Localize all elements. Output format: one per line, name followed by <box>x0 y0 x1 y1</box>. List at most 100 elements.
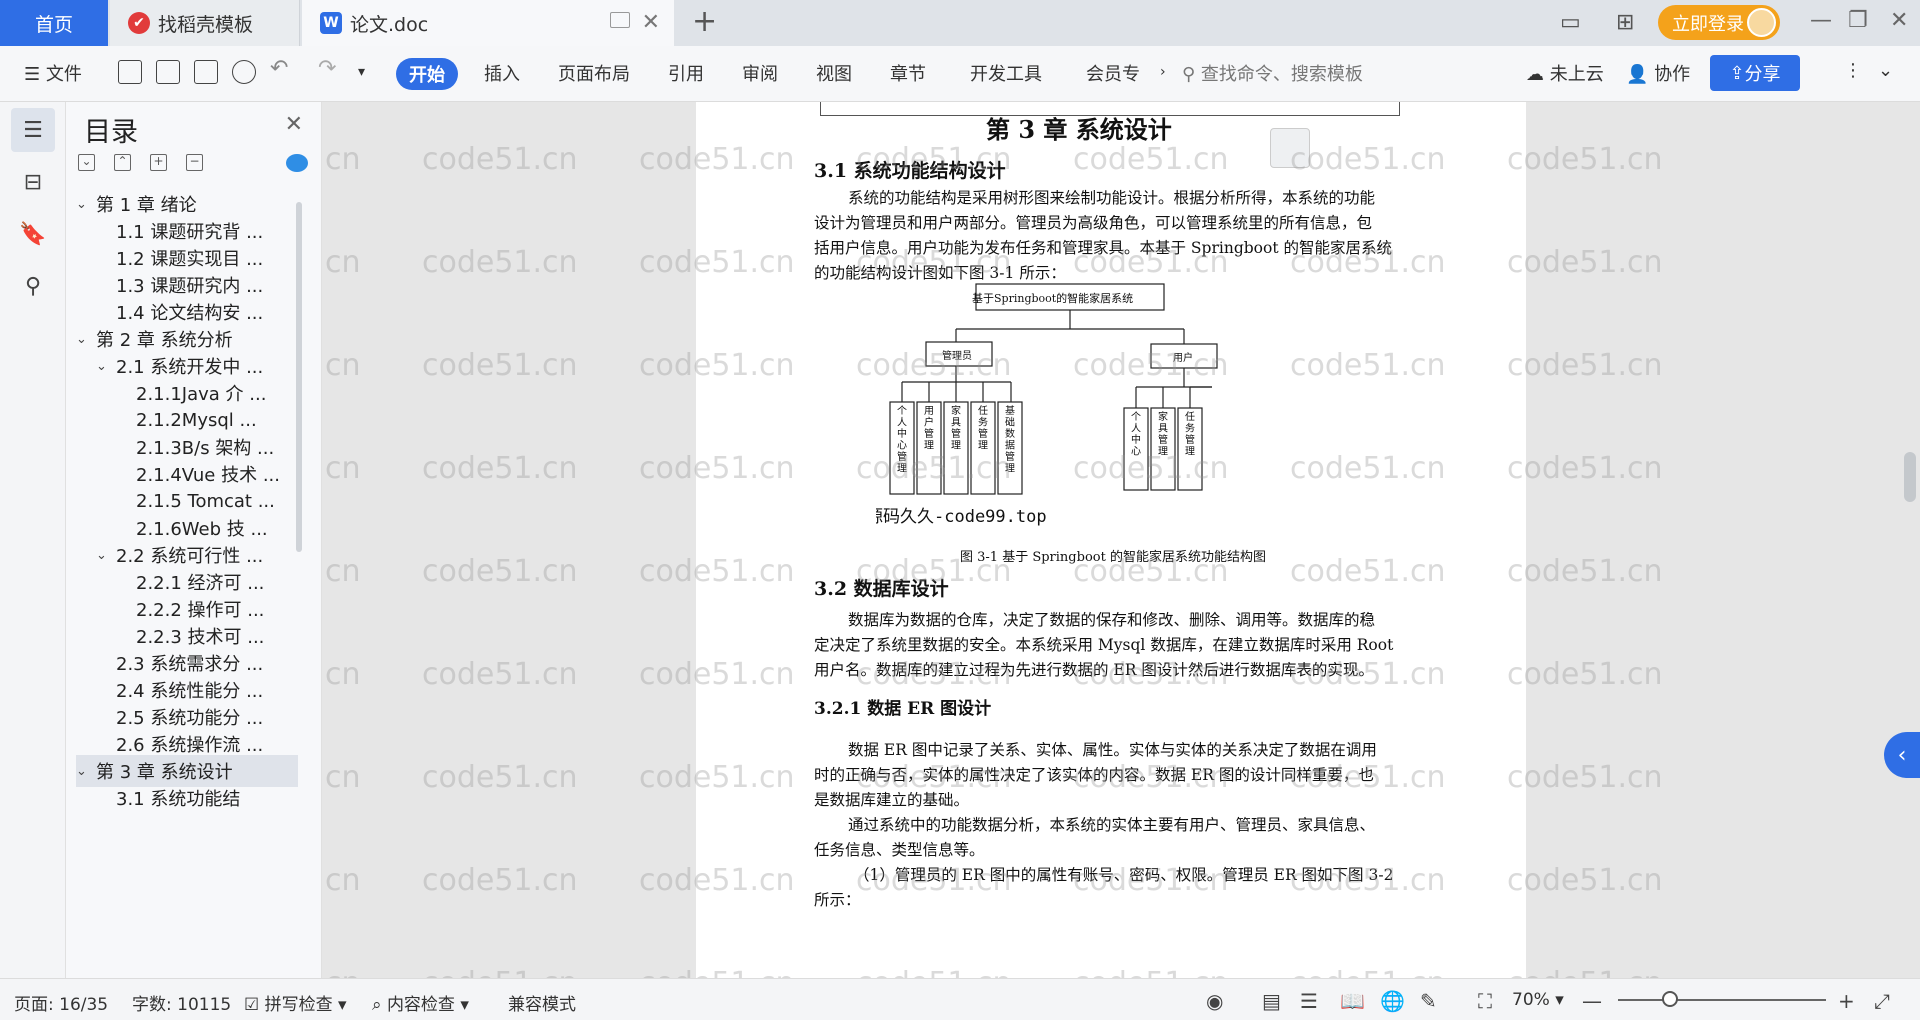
paragraph-line: 括用户信息。用户功能为发布任务和管理家具。本基于 Springboot 的智能家… <box>814 239 1392 257</box>
pin-tab-icon[interactable] <box>610 12 630 28</box>
apps-grid-icon[interactable]: ⊞ <box>1616 10 1634 35</box>
new-tab-button[interactable]: + <box>692 4 717 39</box>
document-scrollbar[interactable] <box>1904 452 1916 502</box>
zoom-slider-track[interactable] <box>1618 999 1826 1001</box>
paragraph-line: 的功能结构设计图如下图 3-1 所示： <box>814 264 1066 282</box>
chevron-down-icon[interactable]: ⌄ <box>96 359 112 374</box>
ai-assistant-icon[interactable] <box>286 154 308 172</box>
chevron-down-icon[interactable]: ⌄ <box>76 764 92 779</box>
paragraph-line: 用户名。数据库的建立过程为先进行数据的 ER 图设计然后进行数据库表的实现。 <box>814 661 1374 679</box>
tab-document[interactable]: W 论文.doc ✕ <box>302 0 674 46</box>
chapter-heading: 第 3 章 系统设计 <box>986 115 1172 144</box>
chevron-down-icon: ▾ <box>332 995 347 1015</box>
fullscreen-icon[interactable]: ⤢ <box>1874 989 1890 1013</box>
window-close-icon[interactable]: ✕ <box>1890 8 1908 33</box>
watermark-text: code51.cn <box>1507 863 1663 898</box>
chevron-down-icon[interactable]: ⌄ <box>76 197 92 212</box>
page-tool-icon[interactable] <box>1270 128 1310 168</box>
tab-developer[interactable]: 开发工具 <box>970 60 1042 86</box>
save-icon[interactable] <box>118 60 142 84</box>
find-icon[interactable]: ⚲ <box>11 264 55 308</box>
page-count[interactable]: 页面: 16/35 <box>14 990 108 1015</box>
cloud-status-button[interactable]: ☁ 未上云 <box>1526 60 1604 86</box>
login-button[interactable]: 立即登录 <box>1658 5 1780 40</box>
watermark-text: code51.cn <box>322 451 361 486</box>
command-search[interactable]: ⚲ 查找命令、搜索模板 <box>1182 60 1363 86</box>
web-view-icon[interactable]: 🌐 <box>1380 989 1405 1013</box>
redo-icon[interactable]: ↷ <box>318 56 336 81</box>
watermark-text: code51.cn <box>1507 554 1663 589</box>
share-button[interactable]: ⇪ 分享 <box>1710 55 1800 91</box>
tab-page-layout[interactable]: 页面布局 <box>558 60 630 86</box>
file-menu-button[interactable]: ☰ 文件 <box>24 60 82 86</box>
print-preview-icon[interactable] <box>232 60 256 84</box>
outline-item-label: 2.1.2Mysql ... <box>136 409 257 431</box>
outline-item-label: 2.2.3 技术可 ... <box>136 627 265 648</box>
collaborate-button[interactable]: 👤 协作 <box>1626 60 1690 86</box>
share-label: 分享 <box>1744 64 1781 85</box>
outline-item-label: 1.2 课题实现目 ... <box>116 249 264 270</box>
wps-writer-icon: W <box>320 12 342 34</box>
paragraph-line: 设计为管理员和用户两部分。管理员为高级角色，可以管理系统里的所有信息，包 <box>814 214 1373 232</box>
layout-switch-icon[interactable]: ▭ <box>1560 10 1581 35</box>
word-count[interactable]: 字数: 10115 <box>132 990 231 1015</box>
spell-check-button[interactable]: ☑ 拼写检查 ▾ <box>244 990 347 1015</box>
undo-icon[interactable]: ↶ <box>270 56 288 81</box>
tab-member[interactable]: 会员专 <box>1086 60 1140 86</box>
zoom-level[interactable]: 70% ▾ <box>1512 990 1564 1010</box>
fit-page-icon[interactable]: ⛶ <box>1478 989 1492 1013</box>
chapter-nav-icon[interactable]: ⊟ <box>11 160 55 204</box>
zoom-slider-handle[interactable] <box>1661 991 1678 1007</box>
watermark-text: code51.cn <box>322 348 361 383</box>
content-check-button[interactable]: ⌕ 内容检查 ▾ <box>372 990 469 1015</box>
tab-references[interactable]: 引用 <box>668 60 704 86</box>
tab-insert[interactable]: 插入 <box>484 60 520 86</box>
bookmark-icon[interactable]: 🔖 <box>11 212 55 256</box>
close-icon[interactable]: ✕ <box>642 10 660 35</box>
outline-item-label: 2.2.1 经济可 ... <box>136 573 265 594</box>
outline-item-label: 2.3 系统需求分 ... <box>116 654 264 675</box>
print-icon[interactable] <box>194 60 218 84</box>
close-panel-icon[interactable]: ✕ <box>285 112 303 137</box>
tab-review[interactable]: 审阅 <box>742 60 778 86</box>
outline-item-label: 1.3 课题研究内 ... <box>116 276 264 297</box>
page-view-icon[interactable]: ▤ <box>1262 989 1281 1013</box>
expand-icon[interactable]: ⌄ <box>78 154 95 171</box>
chevron-right-icon[interactable]: › <box>1160 64 1166 80</box>
tab-view[interactable]: 视图 <box>816 60 852 86</box>
tab-home[interactable]: 首页 <box>0 0 108 46</box>
restore-icon[interactable]: ❐ <box>1848 8 1868 33</box>
watermark-text: code51.cn <box>422 760 578 795</box>
quick-access-more-icon[interactable]: ▾ <box>358 64 365 80</box>
eye-protection-icon[interactable]: ◉ <box>1206 989 1223 1013</box>
watermark-text: code51.cn <box>322 554 361 589</box>
chevron-down-icon[interactable]: ⌄ <box>96 548 112 563</box>
add-heading-icon[interactable]: + <box>150 154 167 171</box>
zoom-level-value: 70% <box>1512 990 1550 1010</box>
chevron-down-icon[interactable]: ⌄ <box>76 332 92 347</box>
sidebar-toggle-chevron-icon[interactable]: ‹ <box>1884 732 1920 778</box>
collapse-icon[interactable]: ⌃ <box>114 154 131 171</box>
tab-start[interactable]: 开始 <box>396 58 458 90</box>
outline-item[interactable]: 3.1 系统功能结 <box>76 782 298 814</box>
outline-scrollbar[interactable] <box>296 202 302 552</box>
tab-template[interactable]: ✔ 找稻壳模板 <box>110 0 300 46</box>
document-page[interactable]: 第 3 章 系统设计 3.1 系统功能结构设计 系统的功能结构是采用树形图来绘制… <box>696 102 1526 978</box>
paragraph-line: 是数据库建立的基础。 <box>814 791 970 809</box>
document-area[interactable]: code51.cn code51.cn code51.cn code51.cn code… <box>322 102 1920 978</box>
more-options-icon[interactable]: ⋮ <box>1844 60 1862 81</box>
collapse-ribbon-icon[interactable]: ⌄ <box>1878 60 1893 81</box>
tab-bar: 首页 ✔ 找稻壳模板 W 论文.doc ✕ + ▭ ⊞ 立即登录 — ❐ ✕ <box>0 0 1920 46</box>
minimize-icon[interactable]: — <box>1810 8 1832 33</box>
remove-heading-icon[interactable]: − <box>186 154 203 171</box>
outline-view-icon[interactable]: ☰ <box>1300 989 1318 1013</box>
edit-pen-icon[interactable]: ✎ <box>1420 989 1437 1013</box>
zoom-in-icon[interactable]: + <box>1838 989 1855 1013</box>
tab-chapter[interactable]: 章节 <box>890 60 926 86</box>
watermark-text: code51.cn <box>322 142 361 177</box>
outline-nav-icon[interactable]: ☰ <box>11 108 55 152</box>
reading-view-icon[interactable]: 📖 <box>1340 989 1365 1013</box>
zoom-out-icon[interactable]: — <box>1582 989 1602 1013</box>
diagram-admin-child-label: 基础数据管理 <box>1005 404 1015 475</box>
export-pdf-icon[interactable] <box>156 60 180 84</box>
